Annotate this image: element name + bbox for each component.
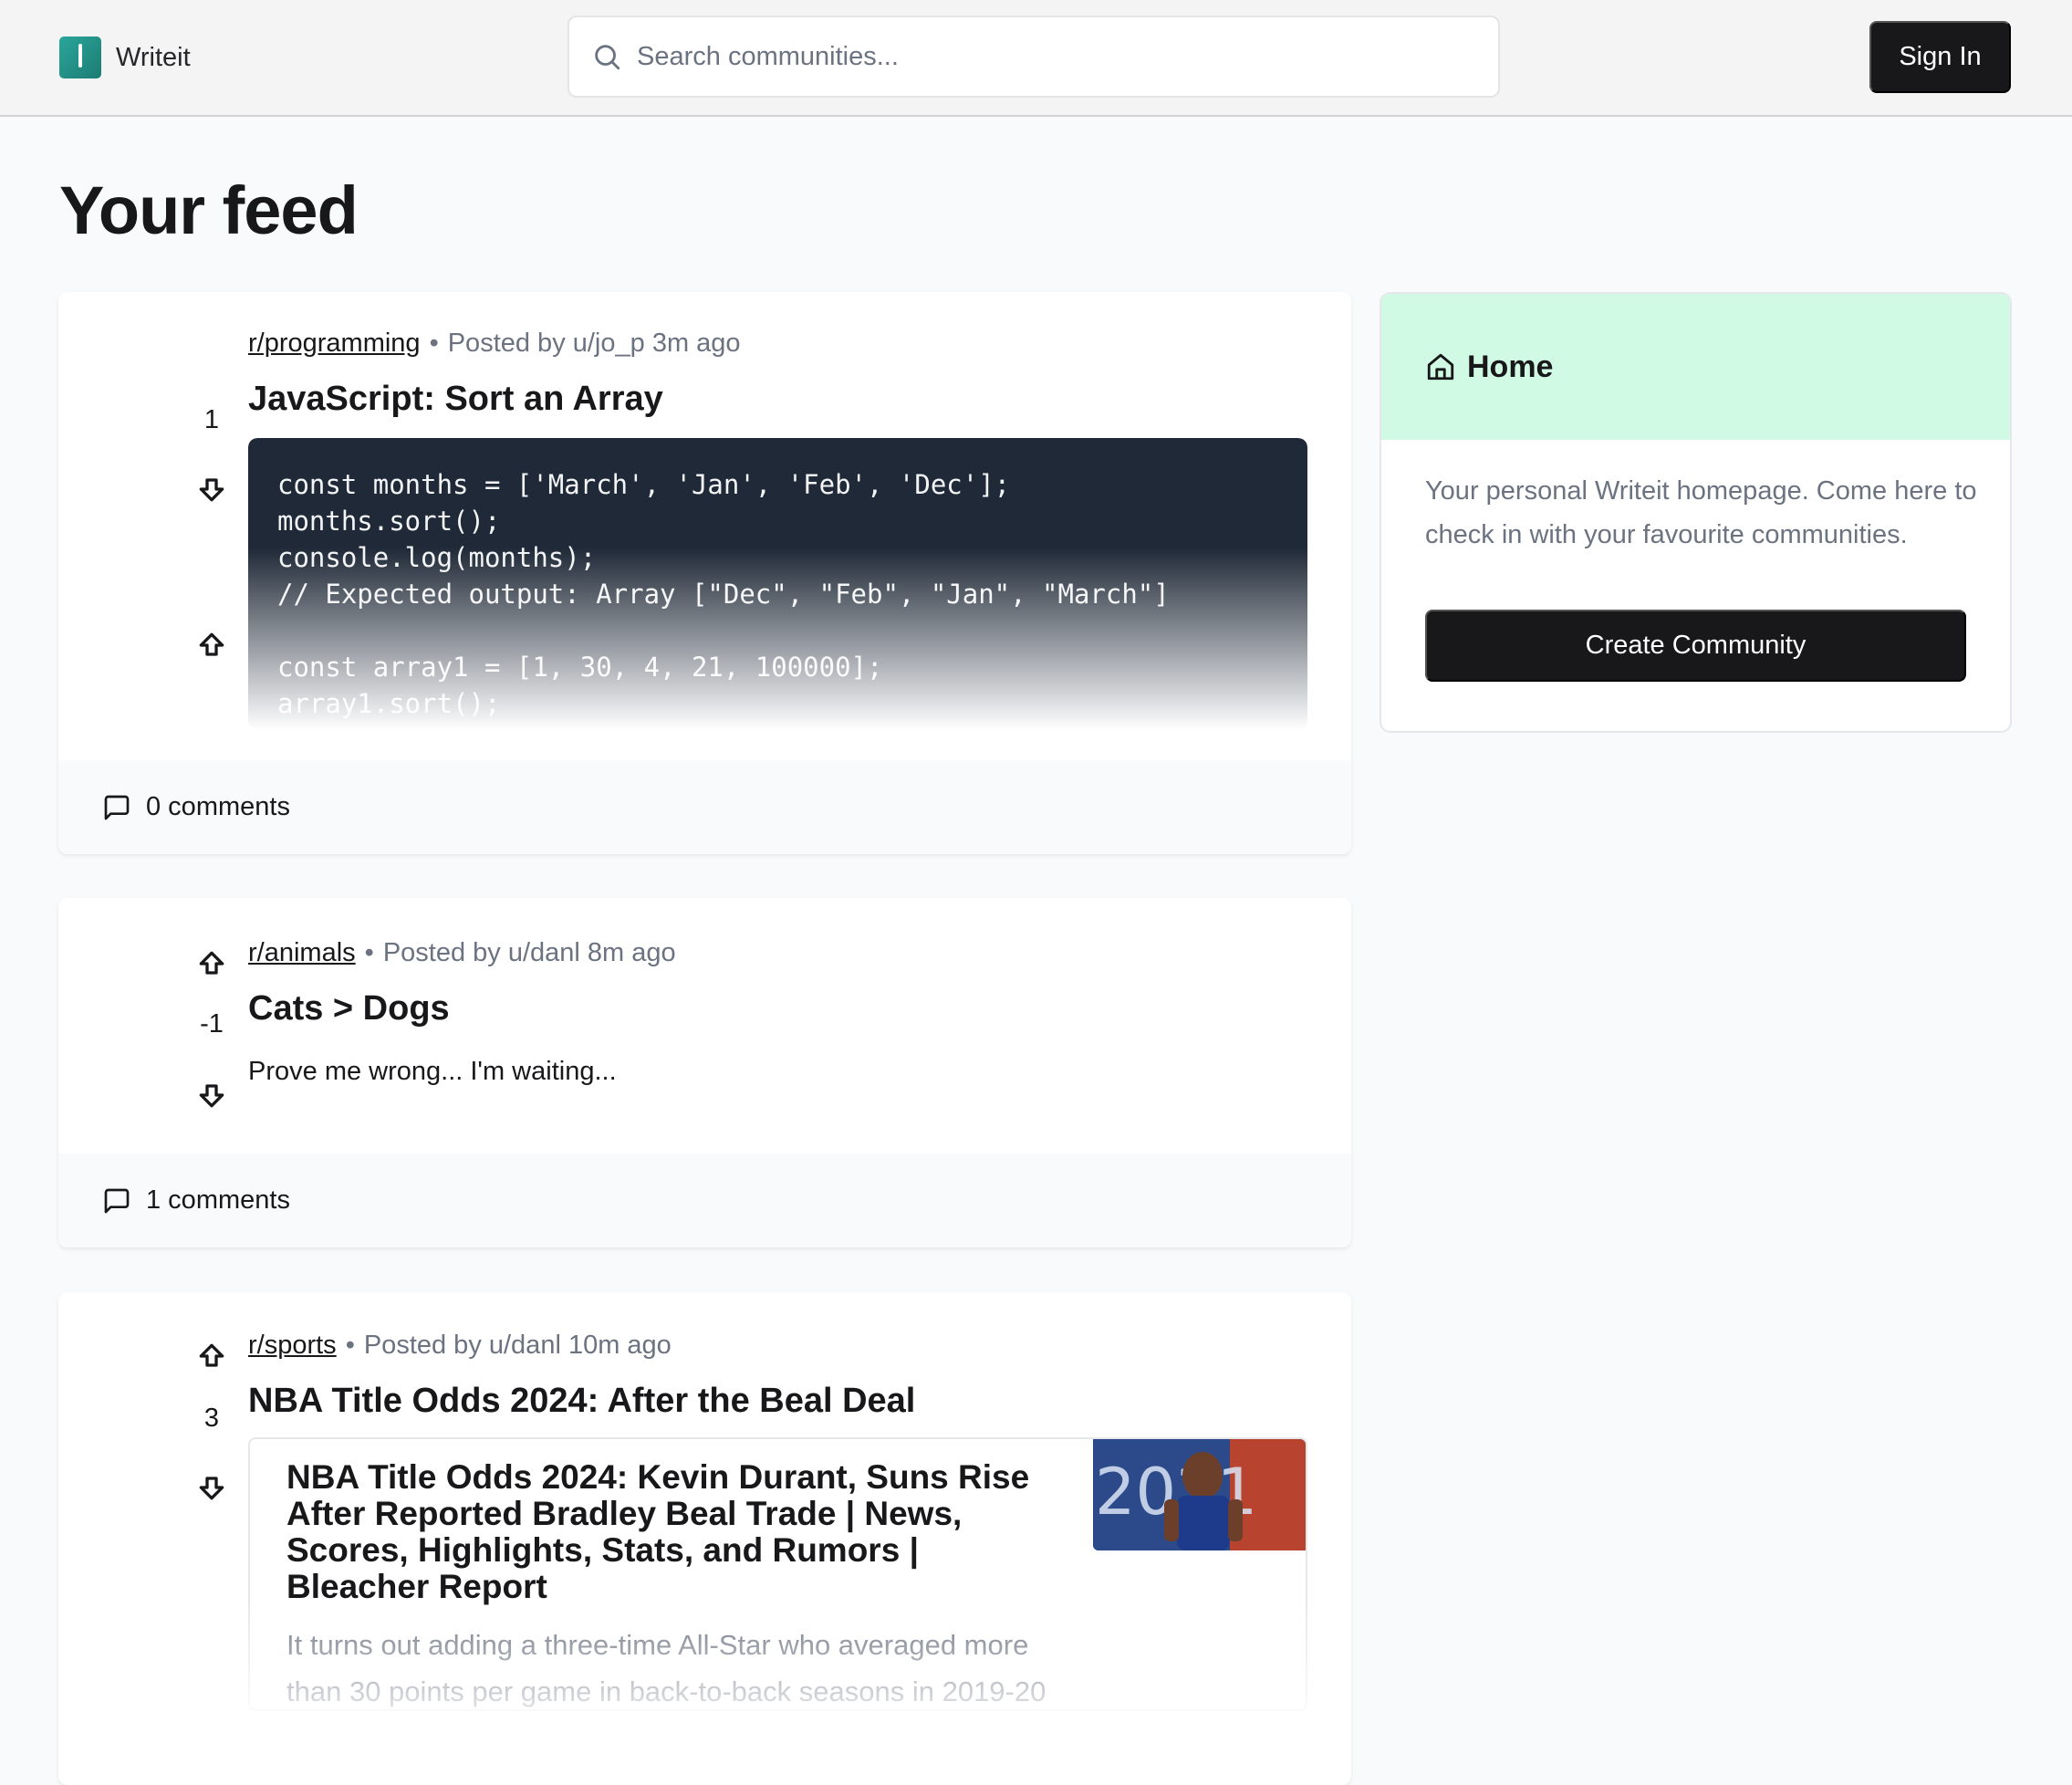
subreddit-link[interactable]: r/programming [248,329,421,358]
subreddit-link[interactable]: r/animals [248,938,356,967]
search-icon [595,45,620,70]
sidebar-header: Home [1381,294,2010,440]
sidebar-description: Your personal Writeit homepage. Come her… [1425,476,1977,549]
posted-by: Posted by u/danl 8m ago [382,938,676,967]
home-sidebar-card: Home Your personal Writeit homepage. Com… [1380,292,2012,733]
sidebar-title: Home [1467,349,1554,384]
post-card: 3 r/sports • Posted by u/danl 10m ago NBA … [58,1292,1351,1785]
sign-in-button[interactable]: Sign In [1869,21,2011,93]
post-meta: r/programming • Posted by u/jo_p 3m ago [248,329,741,359]
meta-separator: • [429,329,439,358]
writeit-logo-icon [59,37,101,78]
comment-icon [104,795,130,819]
home-icon [1427,353,1454,381]
code-content: const months = ['March', 'Jan', 'Feb', '… [277,469,1170,719]
meta-separator: • [345,1331,355,1360]
post-footer: 0 comments [58,760,1351,854]
link-preview-title: NBA Title Odds 2024: Kevin Durant, Suns … [286,1458,1030,1605]
post-title[interactable]: JavaScript: Sort an Array [248,380,663,419]
page-title: Your feed [59,172,359,248]
comment-icon [104,1188,130,1213]
comments-link[interactable]: 0 comments [146,792,290,822]
posted-by: Posted by u/jo_p 3m ago [447,329,741,358]
meta-separator: • [364,938,374,967]
link-preview-description: It turns out adding a three-time All-Sta… [286,1629,1046,1707]
post-meta: r/animals • Posted by u/danl 8m ago [248,938,676,968]
downvote-arrow-icon[interactable] [193,1469,230,1506]
comments-link[interactable]: 1 comments [146,1185,290,1216]
upvote-arrow-icon[interactable] [193,945,230,982]
post-meta: r/sports • Posted by u/danl 10m ago [248,1331,672,1361]
subreddit-link[interactable]: r/sports [248,1331,337,1360]
code-block: const months = ['March', 'Jan', 'Feb', '… [248,438,1307,730]
brand-name: Writeit [116,42,191,72]
post-body: Prove me wrong... I'm waiting... [248,1057,617,1086]
post-title[interactable]: Cats > Dogs [248,989,450,1028]
downvote-arrow-icon[interactable] [193,471,230,507]
create-community-button[interactable]: Create Community [1425,610,1966,682]
downvote-arrow-icon[interactable] [193,1077,230,1113]
posted-by: Posted by u/danl 10m ago [363,1331,672,1360]
post-card: 1 r/programming • Posted by u/jo_p 3m ago … [58,292,1351,854]
post-title[interactable]: NBA Title Odds 2024: After the Beal Deal [248,1382,915,1421]
post-card: -1 r/animals • Posted by u/danl 8m ago Cat… [58,898,1351,1247]
upvote-arrow-icon[interactable] [193,627,230,663]
top-navbar: Writeit Sign In [0,0,2072,117]
upvote-arrow-icon[interactable] [193,1338,230,1374]
link-preview-thumbnail: 2021 [1093,1439,1306,1550]
search-input[interactable] [637,41,1458,72]
search-bar[interactable] [567,16,1500,98]
brand-link[interactable]: Writeit [59,37,191,78]
thumbnail-image-icon: 2021 [1093,1439,1306,1550]
post-footer: 1 comments [58,1153,1351,1247]
link-preview-card[interactable]: NBA Title Odds 2024: Kevin Durant, Suns … [248,1437,1307,1711]
